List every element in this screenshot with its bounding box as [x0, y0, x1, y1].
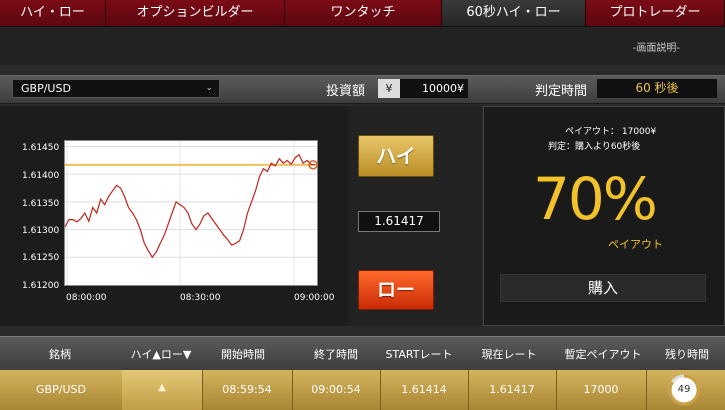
- column-header: 開始時間: [221, 348, 265, 361]
- y-tick-label: 1.61400: [22, 171, 60, 181]
- tab-option-builder[interactable]: オプションビルダー: [106, 0, 285, 26]
- payout-percent: 70%: [533, 165, 658, 233]
- row-start-rate: 1.61414: [401, 383, 447, 396]
- x-tick-label: 08:00:00: [66, 293, 107, 303]
- investment-amount-input[interactable]: 10000¥: [400, 79, 468, 98]
- row-divider: [646, 370, 647, 410]
- high-button[interactable]: ハイ: [358, 135, 434, 177]
- payout-amount: ペイアウト： 17000¥: [565, 127, 657, 137]
- buy-button[interactable]: 購入: [500, 274, 706, 302]
- rate-chart-svg: [64, 141, 318, 285]
- row-pair: GBP/USD: [36, 383, 86, 396]
- current-rate-display: 1.61417: [358, 211, 440, 232]
- column-header: STARTレート: [385, 348, 453, 361]
- triangle-up-icon: ▲: [158, 382, 166, 393]
- column-header: 銘柄: [49, 348, 71, 361]
- y-tick-label: 1.61450: [22, 143, 60, 153]
- column-header: 暫定ペイアウト: [564, 348, 642, 361]
- tab-high-low[interactable]: ハイ・ロー: [0, 0, 106, 26]
- remaining-time: 49: [677, 384, 691, 395]
- product-tabs: ハイ・ロー オプションビルダー ワンタッチ 60秒ハイ・ロー プロトレーダー: [0, 0, 725, 27]
- yen-symbol: ¥: [378, 79, 400, 98]
- investment-label: 投資額: [326, 84, 366, 99]
- x-tick-label: 08:30:00: [180, 293, 221, 303]
- price-series-line: [64, 153, 316, 259]
- y-tick-label: 1.61200: [22, 281, 60, 291]
- y-tick-label: 1.61250: [22, 253, 60, 263]
- rate-chart: [64, 140, 318, 286]
- header-band: [0, 27, 725, 65]
- row-payout: 17000: [583, 383, 619, 396]
- judge-info: 判定：購入より60秒後: [548, 142, 641, 152]
- chevron-down-icon: ⌄: [205, 83, 213, 93]
- judge-time-value: 60 秒後: [597, 79, 717, 98]
- tab-one-touch[interactable]: ワンタッチ: [285, 0, 442, 26]
- low-button[interactable]: ロー: [358, 270, 434, 310]
- column-header: 終了時間: [314, 348, 358, 361]
- payout-percent-label: ペイアウト: [608, 238, 663, 251]
- row-end-time: 09:00:54: [311, 383, 361, 396]
- y-tick-label: 1.61300: [22, 226, 60, 236]
- tab-pro-trader[interactable]: プロトレーダー: [586, 0, 725, 26]
- y-tick-label: 1.61350: [22, 199, 60, 209]
- currency-pair-value: GBP/USD: [21, 82, 71, 95]
- tab-60sec-high-low[interactable]: 60秒ハイ・ロー: [442, 0, 586, 26]
- column-header: ハイ▲ロー▼: [130, 348, 192, 361]
- x-tick-label: 09:00:00: [294, 293, 335, 303]
- row-start-time: 08:59:54: [222, 383, 272, 396]
- row-current-rate: 1.61417: [489, 383, 535, 396]
- screen-description-link[interactable]: -画面説明-: [633, 39, 680, 54]
- column-header: 残り時間: [665, 348, 709, 361]
- judge-time-label: 判定時間: [535, 84, 588, 99]
- currency-pair-select[interactable]: GBP/USD ⌄: [12, 79, 220, 98]
- column-header: 現在レート: [481, 348, 537, 361]
